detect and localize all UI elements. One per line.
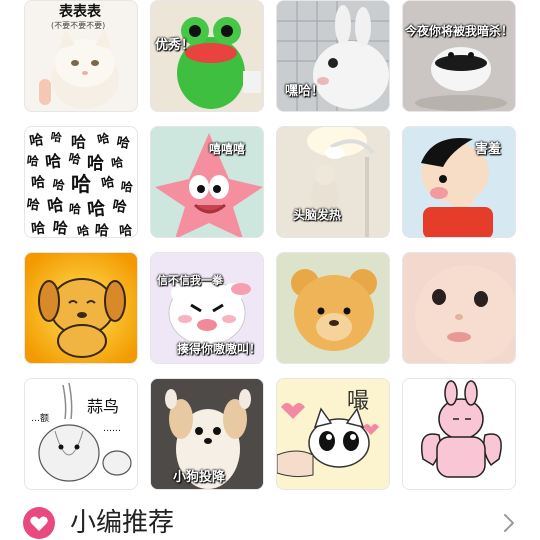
garlic-bird-illustration xyxy=(25,379,137,489)
ha-glyph: 哈 xyxy=(115,134,131,152)
sticker-teddy-bear[interactable] xyxy=(276,252,390,364)
sticker-caption: 头脑发热 xyxy=(293,208,342,222)
sticker-caption: 嘿哈！ xyxy=(285,84,325,99)
sticker-garlic-bird[interactable]: 蒜鸟 …额 …… xyxy=(24,378,138,490)
ha-glyph: 哈 xyxy=(31,174,46,192)
ha-glyph: 哈 xyxy=(94,222,109,238)
sticker-angry-sheep[interactable]: 信不信我一拳 揍得你嗷嗷叫！ xyxy=(150,252,264,364)
sticker-caption: 小狗投降 xyxy=(173,470,226,485)
recommendation-header[interactable]: 小编推荐 xyxy=(0,500,540,540)
sticker-caption: 蒜鸟 xyxy=(87,397,120,416)
patrick-illustration xyxy=(151,127,263,237)
ha-glyph: 哈 xyxy=(120,178,134,194)
sticker-caption: 害羞 xyxy=(475,142,502,157)
ha-glyph: 哈 xyxy=(68,201,81,217)
frog-illustration xyxy=(151,1,263,111)
sticker-puppy-surrender[interactable]: 小狗投降 xyxy=(150,378,264,490)
ha-glyph: 哈 xyxy=(87,153,104,174)
sticker-caption: 优秀！ xyxy=(155,38,195,53)
baby-face-illustration xyxy=(403,253,515,363)
sticker-grid: 表表表 (不要不要不要) 优秀！ 嘿哈！ 今夜你将被我暗杀！ 哈 哈 哈 哈 哈… xyxy=(0,0,540,500)
ha-pattern-illustration: 哈哈哈哈哈哈哈哈哈哈哈哈哈哈哈哈哈哈哈哈哈哈哈哈哈 xyxy=(26,129,134,238)
ha-glyph: 哈 xyxy=(71,133,86,151)
chevron-right-icon[interactable] xyxy=(502,513,516,533)
sticker-shinchan[interactable]: 害羞 xyxy=(402,126,516,238)
pink-muscle-illustration xyxy=(403,379,515,489)
ha-glyph: 哈 xyxy=(76,222,90,238)
ha-glyph: 哈 xyxy=(111,197,128,216)
sticker-caption: 今夜你将被我暗杀！ xyxy=(405,24,514,38)
teddy-bear-illustration xyxy=(277,253,389,363)
sticker-cat-claw[interactable]: 嘬 xyxy=(276,378,390,490)
sticker-white-rabbit[interactable]: 嘿哈！ xyxy=(276,0,390,112)
sticker-subcaption: (不要不要不要) xyxy=(51,21,106,30)
ha-glyph: 哈 xyxy=(44,151,62,172)
ha-glyph: 哈 xyxy=(26,152,40,168)
yellow-dog-illustration xyxy=(25,253,137,363)
sticker-caption: 嘻嘻嘻 xyxy=(209,142,246,156)
ha-glyph: 哈 xyxy=(50,129,63,144)
sticker-cat-table[interactable]: 表表表 (不要不要不要) xyxy=(24,0,138,112)
cat-claw-illustration xyxy=(277,379,389,489)
ha-glyph: 哈 xyxy=(86,197,106,221)
sticker-yellow-dog[interactable] xyxy=(24,252,138,364)
sticker-dots: …… xyxy=(103,424,121,434)
sticker-ha-pattern[interactable]: 哈哈哈哈哈哈哈哈哈哈哈哈哈哈哈哈哈哈哈哈哈哈哈哈哈 xyxy=(24,126,138,238)
ha-glyph: 哈 xyxy=(100,174,116,192)
sticker-caption: 揍得你嗷嗷叫！ xyxy=(177,342,262,356)
ha-glyph: 哈 xyxy=(30,219,46,237)
sticker-subcaption: …额 xyxy=(31,414,50,424)
ha-glyph: 哈 xyxy=(71,172,91,196)
sticker-patrick-star[interactable]: 嘻嘻嘻 xyxy=(150,126,264,238)
ha-glyph: 哈 xyxy=(119,223,133,238)
ha-glyph: 哈 xyxy=(96,130,111,147)
ha-glyph: 哈 xyxy=(52,176,66,193)
sticker-caption-top: 信不信我一拳 xyxy=(157,274,223,287)
ha-glyph: 哈 xyxy=(110,154,124,171)
ha-glyph: 哈 xyxy=(26,196,41,214)
heart-icon xyxy=(23,507,55,539)
ha-glyph: 哈 xyxy=(67,150,82,167)
sticker-green-frog[interactable]: 优秀！ xyxy=(150,0,264,112)
sticker-pink-muscle[interactable] xyxy=(402,378,516,490)
sticker-caption: 嘬 xyxy=(347,389,370,414)
ha-glyph: 哈 xyxy=(46,195,65,216)
section-title: 小编推荐 xyxy=(70,508,175,538)
sticker-caption: 表表表 xyxy=(59,4,101,20)
sticker-baby-face[interactable] xyxy=(402,252,516,364)
sticker-cat-lamp[interactable]: 头脑发热 xyxy=(276,126,390,238)
ha-glyph: 哈 xyxy=(52,218,69,237)
ha-glyph: 哈 xyxy=(28,131,45,150)
bird-illustration xyxy=(403,1,515,111)
sticker-white-bird[interactable]: 今夜你将被我暗杀！ xyxy=(402,0,516,112)
